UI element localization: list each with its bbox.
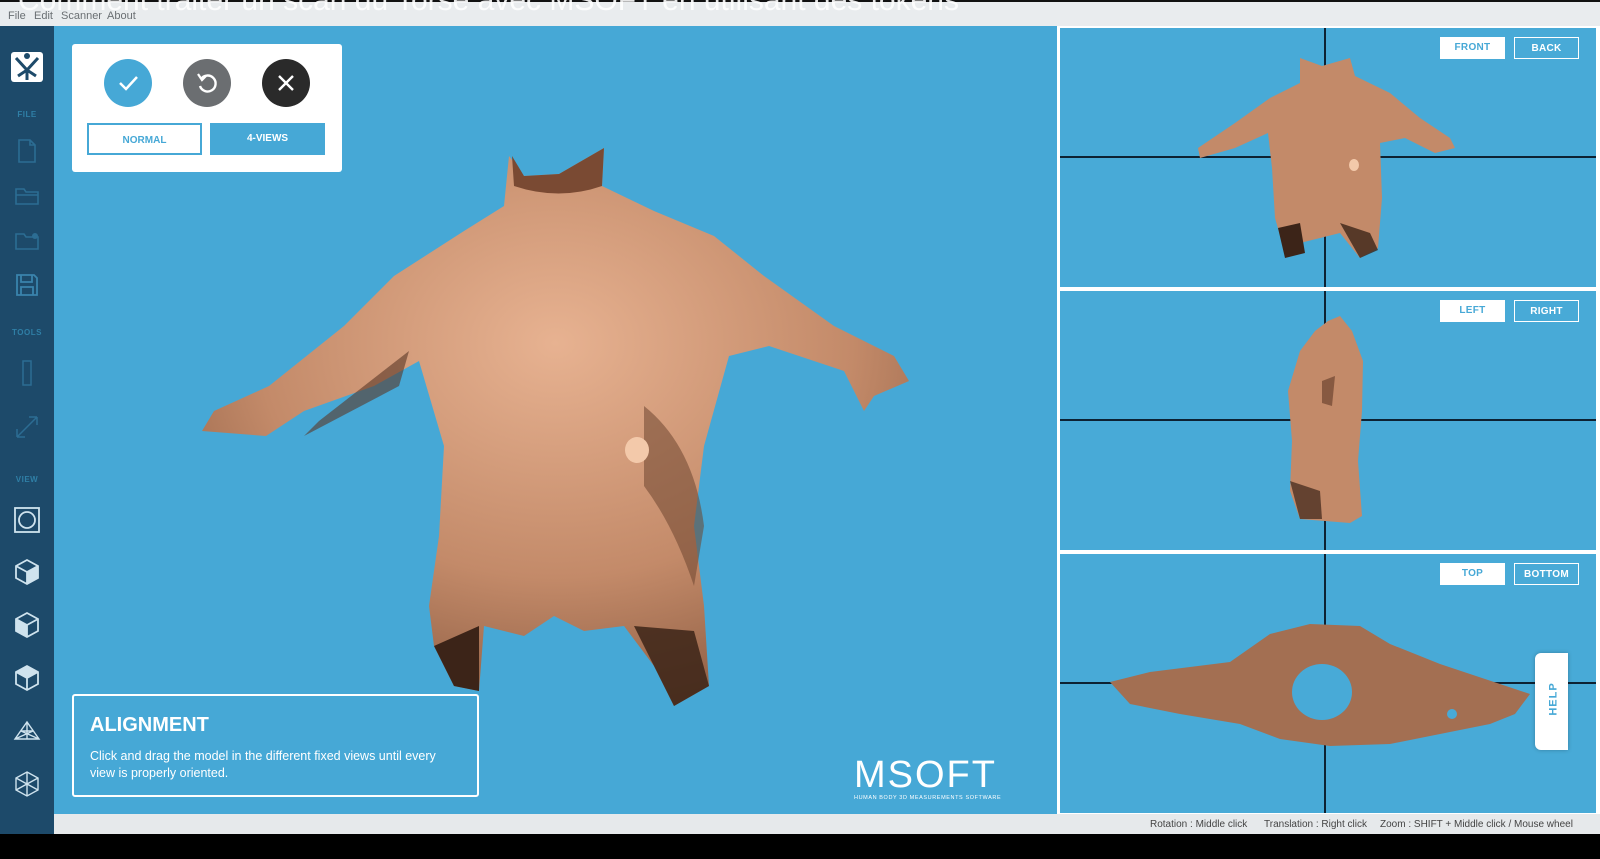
- view-bottom-button[interactable]: BOTTOM: [1514, 563, 1579, 585]
- reset-button[interactable]: [183, 59, 231, 107]
- torso-model-front-small: [1198, 58, 1455, 258]
- measure-tool-icon[interactable]: [12, 412, 42, 442]
- reset-icon: [197, 73, 217, 93]
- cube-side-icon[interactable]: [12, 610, 42, 640]
- view-top-button[interactable]: TOP: [1440, 563, 1505, 585]
- info-title: ALIGNMENT: [90, 714, 209, 736]
- view-panel-left-right[interactable]: LEFT RIGHT: [1060, 291, 1596, 550]
- brand-tagline: HUMAN BODY 3D MEASUREMENTS SOFTWARE: [854, 795, 1002, 801]
- ruler-tool-icon[interactable]: [12, 358, 42, 388]
- help-tab[interactable]: HELP: [1535, 653, 1568, 750]
- view-circle-icon[interactable]: [12, 505, 42, 535]
- status-translation: Translation : Right click: [1264, 819, 1367, 830]
- torso-model-side-small: [1288, 316, 1363, 523]
- status-rotation: Rotation : Middle click: [1150, 819, 1248, 830]
- status-bar: Rotation : Middle click Translation : Ri…: [54, 814, 1600, 834]
- wireframe-icon[interactable]: [12, 716, 42, 746]
- brand-logo: MSOFT: [854, 754, 997, 796]
- mode-normal-button[interactable]: NORMAL: [87, 123, 202, 155]
- video-title: Comment traiter un scan du Torse avec MS…: [18, 0, 959, 17]
- view-back-button[interactable]: BACK: [1514, 37, 1579, 59]
- sidebar-section-tools: TOOLS: [12, 328, 42, 337]
- mode-4views-button[interactable]: 4-VIEWS: [210, 123, 325, 155]
- video-bottom-bar: [0, 834, 1600, 859]
- confirm-button[interactable]: [104, 59, 152, 107]
- cube-front-icon[interactable]: [12, 557, 42, 587]
- msoft-brand: MSOFT HUMAN BODY 3D MEASUREMENTS SOFTWAR…: [854, 754, 1001, 801]
- torso-model-top-small: [1110, 624, 1530, 746]
- sidebar-section-view: VIEW: [15, 475, 39, 484]
- main-viewport[interactable]: NORMAL 4-VIEWS ALIGNMENT Click and drag …: [54, 26, 1057, 833]
- check-icon: [119, 76, 138, 91]
- info-description: Click and drag the model in the differen…: [90, 749, 436, 780]
- recent-folder-icon[interactable]: [12, 226, 42, 256]
- view-panel-front-back[interactable]: FRONT BACK: [1060, 28, 1596, 287]
- sidebar-section-file: FILE: [17, 110, 37, 119]
- view-left-button[interactable]: LEFT: [1440, 300, 1505, 322]
- close-button[interactable]: [262, 59, 310, 107]
- app-logo-icon[interactable]: [8, 48, 46, 86]
- view-right-button[interactable]: RIGHT: [1514, 300, 1579, 322]
- cube-top-icon[interactable]: [12, 663, 42, 693]
- save-icon[interactable]: [12, 270, 42, 300]
- open-folder-icon[interactable]: [12, 181, 42, 211]
- new-file-icon[interactable]: [12, 136, 42, 166]
- status-zoom: Zoom : SHIFT + Middle click / Mouse whee…: [1380, 819, 1573, 830]
- view-panel-top-bottom[interactable]: TOP BOTTOM: [1060, 554, 1596, 813]
- fixed-views-panel: FRONT BACK LEFT RIGHT TOP BOTTOM: [1057, 26, 1600, 833]
- close-icon: [278, 75, 294, 91]
- help-label: HELP: [1547, 682, 1560, 716]
- mesh-icon[interactable]: [12, 769, 42, 799]
- alignment-info-box: ALIGNMENT Click and drag the model in th…: [72, 694, 479, 797]
- view-front-button[interactable]: FRONT: [1440, 37, 1505, 59]
- alignment-toolbox: NORMAL 4-VIEWS: [72, 44, 342, 172]
- sidebar: FILE TOOLS VIEW: [0, 26, 54, 852]
